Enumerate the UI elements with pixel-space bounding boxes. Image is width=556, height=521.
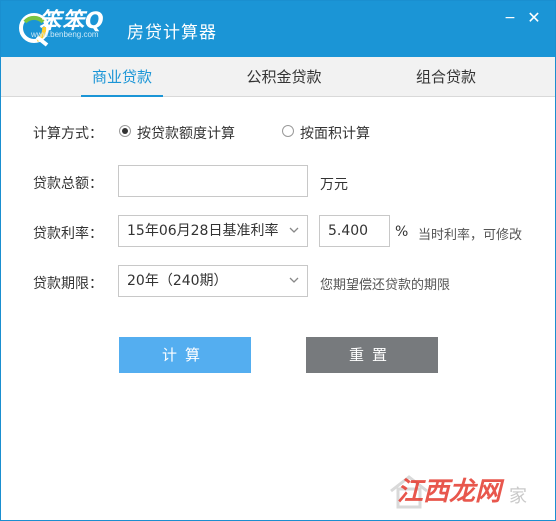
minimize-button[interactable]: − bbox=[501, 9, 519, 27]
loan-term-note: 您期望偿还贷款的期限 bbox=[320, 278, 451, 293]
watermark-text: 江西龙网 bbox=[397, 477, 502, 507]
watermark-faint-text: 家 bbox=[509, 486, 527, 507]
calculate-button[interactable]: 计算 bbox=[119, 337, 251, 373]
tab-bar: 商业贷款 公积金贷款 组合贷款 bbox=[1, 57, 555, 97]
loan-calculator-window: 笨笨Q www.benbeng.com 房贷计算器 − ✕ 商业贷款 公积金贷款… bbox=[0, 0, 556, 521]
radio-by-area-label[interactable]: 按面积计算 bbox=[300, 123, 370, 143]
tab-provident-fund-loan[interactable]: 公积金贷款 bbox=[239, 57, 329, 97]
loan-amount-label: 贷款总额： bbox=[33, 176, 103, 192]
interest-rate-select[interactable]: 15年06月28日基准利率 bbox=[118, 215, 308, 247]
interest-rate-label: 贷款利率： bbox=[33, 226, 103, 242]
loan-term-select-value: 20年（240期） bbox=[127, 273, 228, 289]
radio-by-area[interactable] bbox=[282, 125, 294, 137]
app-title: 房贷计算器 bbox=[127, 23, 217, 43]
radio-by-amount-label[interactable]: 按贷款额度计算 bbox=[137, 123, 235, 143]
close-button[interactable]: ✕ bbox=[525, 9, 543, 27]
chevron-down-icon bbox=[289, 227, 299, 233]
title-bar: 笨笨Q www.benbeng.com 房贷计算器 − ✕ bbox=[1, 1, 555, 57]
loan-amount-unit: 万元 bbox=[320, 177, 348, 193]
interest-rate-input[interactable]: 5.400 bbox=[319, 215, 390, 247]
interest-rate-unit: % bbox=[395, 224, 409, 240]
loan-term-select[interactable]: 20年（240期） bbox=[118, 265, 308, 297]
logo-url: www.benbeng.com bbox=[31, 30, 99, 39]
radio-by-amount[interactable] bbox=[119, 125, 131, 137]
calc-mode-label: 计算方式： bbox=[33, 126, 103, 142]
tab-combined-loan[interactable]: 组合贷款 bbox=[409, 57, 483, 97]
chevron-down-icon bbox=[289, 277, 299, 283]
interest-rate-select-value: 15年06月28日基准利率 bbox=[127, 223, 279, 239]
interest-rate-note: 当时利率，可修改 bbox=[418, 228, 523, 243]
loan-amount-input[interactable] bbox=[118, 165, 308, 197]
tab-business-loan[interactable]: 商业贷款 bbox=[81, 57, 163, 97]
loan-term-label: 贷款期限： bbox=[33, 276, 103, 292]
reset-button[interactable]: 重置 bbox=[306, 337, 438, 373]
